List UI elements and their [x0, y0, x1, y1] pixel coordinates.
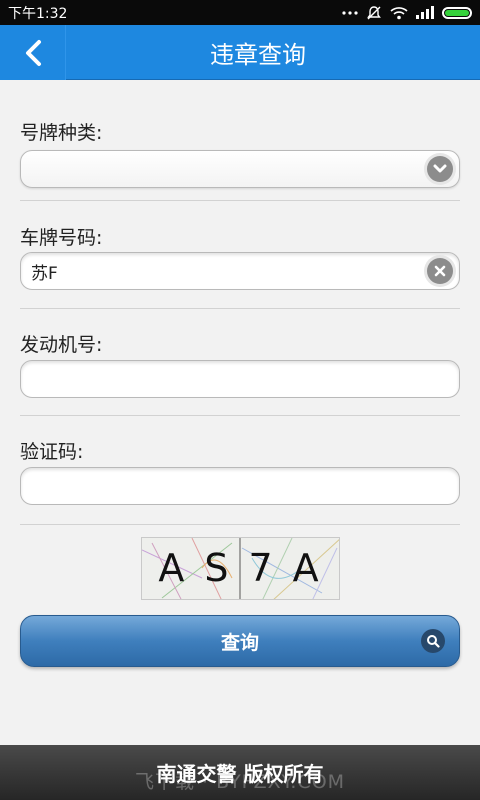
notifications-muted-icon: [366, 5, 382, 21]
clear-icon[interactable]: [427, 258, 453, 284]
query-button-label: 查询: [220, 631, 259, 654]
divider: [20, 308, 460, 309]
engine-number-field[interactable]: [20, 360, 460, 398]
status-bar: 下午1:32: [0, 0, 480, 25]
plate-number-field[interactable]: 苏F: [20, 252, 460, 290]
plate-number-value: 苏F: [31, 263, 58, 284]
footer: 南通交警 版权所有: [0, 745, 480, 800]
app-header: 违章查询: [0, 25, 480, 80]
chevron-down-icon[interactable]: [427, 156, 453, 182]
captcha-text: AS7A: [158, 546, 339, 590]
plate-type-select[interactable]: [20, 150, 460, 188]
status-icons: [342, 5, 472, 21]
captcha-label: 验证码:: [20, 441, 84, 463]
divider: [20, 524, 460, 525]
divider: [20, 200, 460, 201]
page-title: 违章查询: [210, 41, 306, 69]
more-dots-icon: [342, 10, 358, 15]
footer-copyright: 南通交警 版权所有: [156, 762, 324, 786]
wifi-icon: [390, 6, 408, 20]
signal-icon: [416, 6, 434, 19]
search-icon: [421, 629, 445, 653]
chevron-left-icon: [25, 39, 41, 66]
captcha-input[interactable]: [20, 467, 460, 505]
plate-type-label: 号牌种类:: [20, 122, 103, 144]
back-button[interactable]: [0, 25, 66, 80]
plate-number-label: 车牌号码:: [20, 227, 103, 249]
status-time: 下午1:32: [8, 5, 68, 22]
battery-icon: [442, 6, 472, 19]
captcha-image[interactable]: AS7A: [141, 537, 340, 600]
divider: [20, 415, 460, 416]
engine-number-label: 发动机号:: [20, 334, 103, 356]
query-button[interactable]: 查询: [20, 615, 460, 667]
